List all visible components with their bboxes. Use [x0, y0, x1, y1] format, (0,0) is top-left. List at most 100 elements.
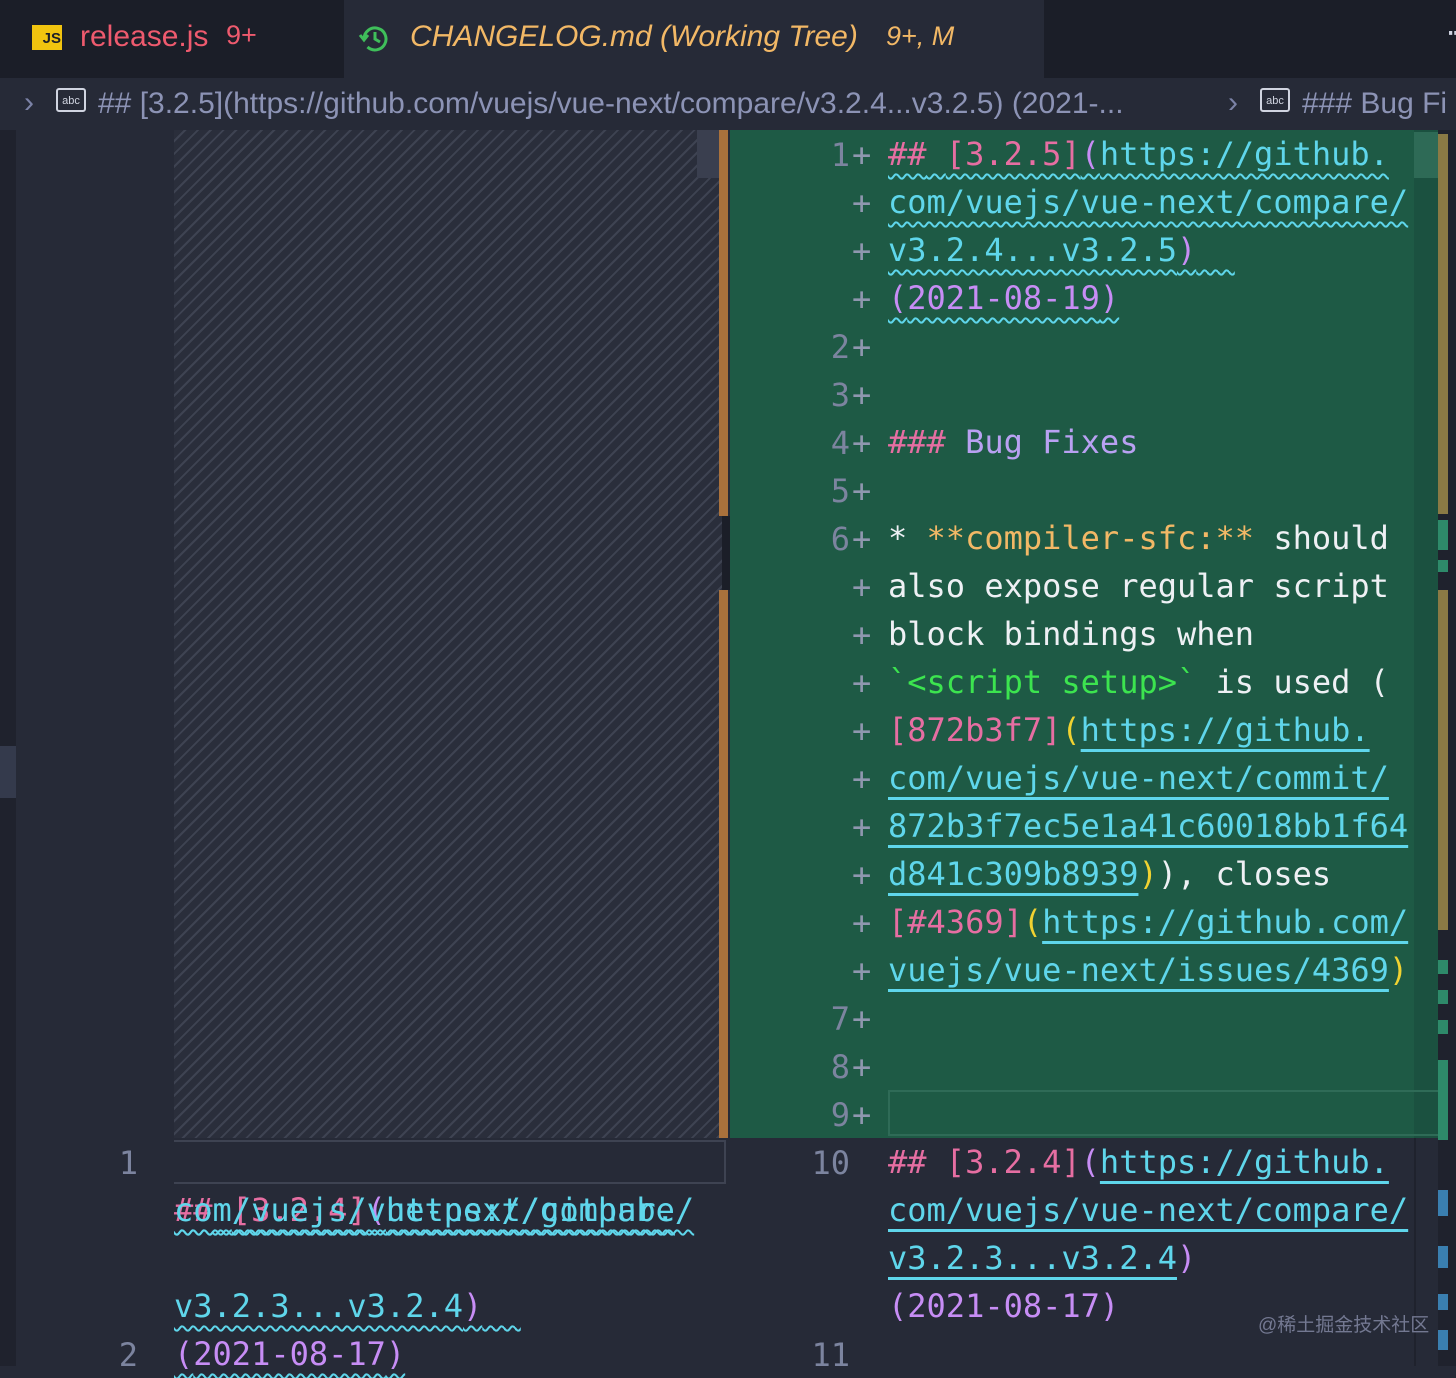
- left-overview-change-marker: [719, 590, 728, 1138]
- paren: (: [888, 279, 908, 317]
- left-margin-marker: [0, 746, 16, 798]
- link-url[interactable]: d841c309b8939: [888, 855, 1138, 893]
- added-line-marker: +: [852, 808, 872, 846]
- right-code-line[interactable]: (2021-08-19): [888, 274, 1119, 322]
- link-url[interactable]: 872b3f7ec5e1a41c60018bb1f64: [888, 802, 1408, 850]
- line-number: 6: [830, 520, 850, 558]
- added-line-marker: +: [852, 328, 872, 366]
- tab-changelog-label[interactable]: CHANGELOG.md (Working Tree): [410, 20, 858, 54]
- added-line-marker: +: [852, 856, 872, 894]
- heading-marker: ##: [888, 1143, 927, 1181]
- chevron-right-icon: ›: [24, 86, 34, 119]
- link-url[interactable]: https://github.: [1081, 711, 1370, 749]
- right-code-line[interactable]: (2021-08-17): [888, 1282, 1119, 1330]
- link-url[interactable]: https://github.: [1100, 1143, 1389, 1181]
- overview-ruler-change: [1438, 1060, 1448, 1140]
- added-line-marker: +: [852, 184, 872, 222]
- right-code-line[interactable]: vuejs/vue-next/issues/4369): [888, 946, 1408, 994]
- line-number: 9: [830, 1096, 850, 1134]
- overview-ruler-change: [1438, 1190, 1448, 1216]
- removed-placeholder-hatch: [174, 130, 722, 1138]
- left-code-line[interactable]: (2021-08-17): [174, 1282, 405, 1378]
- link-url[interactable]: v3.2.4...v3.2.5: [888, 231, 1177, 269]
- link-url[interactable]: com/vuejs/vue-next/commit/: [888, 754, 1389, 802]
- line-number: 2: [118, 1336, 138, 1374]
- tab-release-js-label[interactable]: release.js: [80, 20, 208, 54]
- paren: (: [174, 1335, 194, 1373]
- overview-ruler-change: [1438, 520, 1448, 550]
- right-code-line[interactable]: ## [3.2.5](https://github.: [888, 130, 1389, 178]
- added-line-marker: +: [852, 1048, 872, 1086]
- tab-release-js-badge: 9+: [226, 20, 257, 50]
- plain-text: is used (: [1196, 663, 1389, 701]
- plain-text: also expose regular script: [888, 567, 1389, 605]
- paren: (: [888, 1287, 908, 1325]
- line-number: 7: [830, 1000, 850, 1038]
- left-overview-change-marker: [719, 130, 728, 516]
- paren: (: [1080, 135, 1100, 173]
- added-line-marker: +: [852, 520, 872, 558]
- right-code-line[interactable]: [872b3f7](https://github.: [888, 706, 1370, 754]
- link-text: [3.2.5]: [945, 135, 1081, 173]
- js-file-icon: JS: [32, 25, 62, 50]
- overview-ruler-change: [1438, 1246, 1448, 1268]
- diff-sash[interactable]: [722, 516, 730, 590]
- added-line-marker: +: [852, 376, 872, 414]
- paren: ): [462, 1287, 483, 1325]
- breadcrumb-item-bug-fixes[interactable]: ### Bug Fi: [1302, 87, 1447, 121]
- date-text: 2021-08-19: [907, 279, 1100, 317]
- breadcrumb-item-heading-325[interactable]: ## [3.2.5](https://github.com/vuejs/vue-…: [98, 87, 1124, 121]
- added-line-marker: +: [852, 472, 872, 510]
- link-url[interactable]: com/vuejs/vue-next/compare/: [888, 1186, 1408, 1234]
- plain-text: block bindings when: [888, 615, 1255, 653]
- right-code-line[interactable]: v3.2.3...v3.2.4): [888, 1234, 1196, 1282]
- line-number: 11: [811, 1336, 850, 1374]
- right-scrollbar-track[interactable]: [1414, 130, 1438, 1138]
- link-url[interactable]: https://github.: [1100, 135, 1389, 173]
- link-url[interactable]: com/vuejs/vue-next/compare/: [888, 178, 1408, 226]
- added-line-marker: +: [852, 904, 872, 942]
- line-number: 1: [118, 1144, 138, 1182]
- heading-marker: ###: [888, 423, 946, 461]
- right-code-line[interactable]: ### Bug Fixes: [888, 418, 1138, 466]
- link-url[interactable]: v3.2.3...v3.2.4: [888, 1239, 1177, 1277]
- tab-changelog-badge: 9+, M: [886, 21, 955, 51]
- link-url[interactable]: com/vuejs/vue-next/compare/: [174, 1186, 694, 1234]
- line-number: 5: [830, 472, 850, 510]
- added-line-marker: +: [852, 424, 872, 462]
- overview-ruler-change: [1438, 590, 1448, 930]
- right-code-line[interactable]: `<script setup>` is used (: [888, 658, 1389, 706]
- added-line-marker: +: [852, 280, 872, 318]
- right-code-line[interactable]: v3.2.4...v3.2.5): [888, 226, 1235, 274]
- link-url[interactable]: vuejs/vue-next/issues/4369: [888, 951, 1389, 989]
- heading-text: Bug Fixes: [965, 423, 1139, 461]
- paren: ): [385, 1335, 406, 1373]
- line-number: 10: [811, 1144, 850, 1182]
- right-scrollbar-thumb[interactable]: [1414, 132, 1438, 178]
- more-actions-icon[interactable]: ⋯: [1448, 18, 1456, 48]
- added-line-marker: +: [852, 232, 872, 270]
- link-url[interactable]: https://github.com/: [1042, 903, 1408, 941]
- added-line-marker: +: [852, 568, 872, 606]
- paren: ): [1138, 855, 1158, 893]
- left-scrollbar-thumb[interactable]: [697, 130, 719, 178]
- added-line-marker: +: [852, 1000, 872, 1038]
- plain-text: ), closes: [1157, 855, 1332, 893]
- history-icon: [358, 26, 388, 52]
- string-symbol-icon: abc: [56, 88, 86, 112]
- right-current-line-highlight: [888, 1090, 1443, 1136]
- paren: ): [1176, 1239, 1197, 1277]
- right-code-line[interactable]: [#4369](https://github.com/: [888, 898, 1408, 946]
- breadcrumb: › abc ## [3.2.5](https://github.com/vuej…: [0, 78, 1456, 130]
- date-text: 2021-08-17: [907, 1287, 1100, 1325]
- right-code-line[interactable]: ## [3.2.4](https://github.: [888, 1138, 1389, 1186]
- bold-text: **compiler-sfc:**: [926, 519, 1255, 557]
- overview-ruler-change: [1438, 134, 1448, 514]
- string-symbol-icon: abc: [1260, 88, 1290, 112]
- link-text: [3.2.4]: [945, 1143, 1081, 1181]
- right-code-line[interactable]: d841c309b8939)), closes: [888, 850, 1331, 898]
- paren: (: [1061, 711, 1081, 749]
- right-code-line[interactable]: * **compiler-sfc:** should: [888, 514, 1389, 562]
- overview-ruler-change: [1438, 960, 1448, 974]
- paren: ): [1388, 951, 1409, 989]
